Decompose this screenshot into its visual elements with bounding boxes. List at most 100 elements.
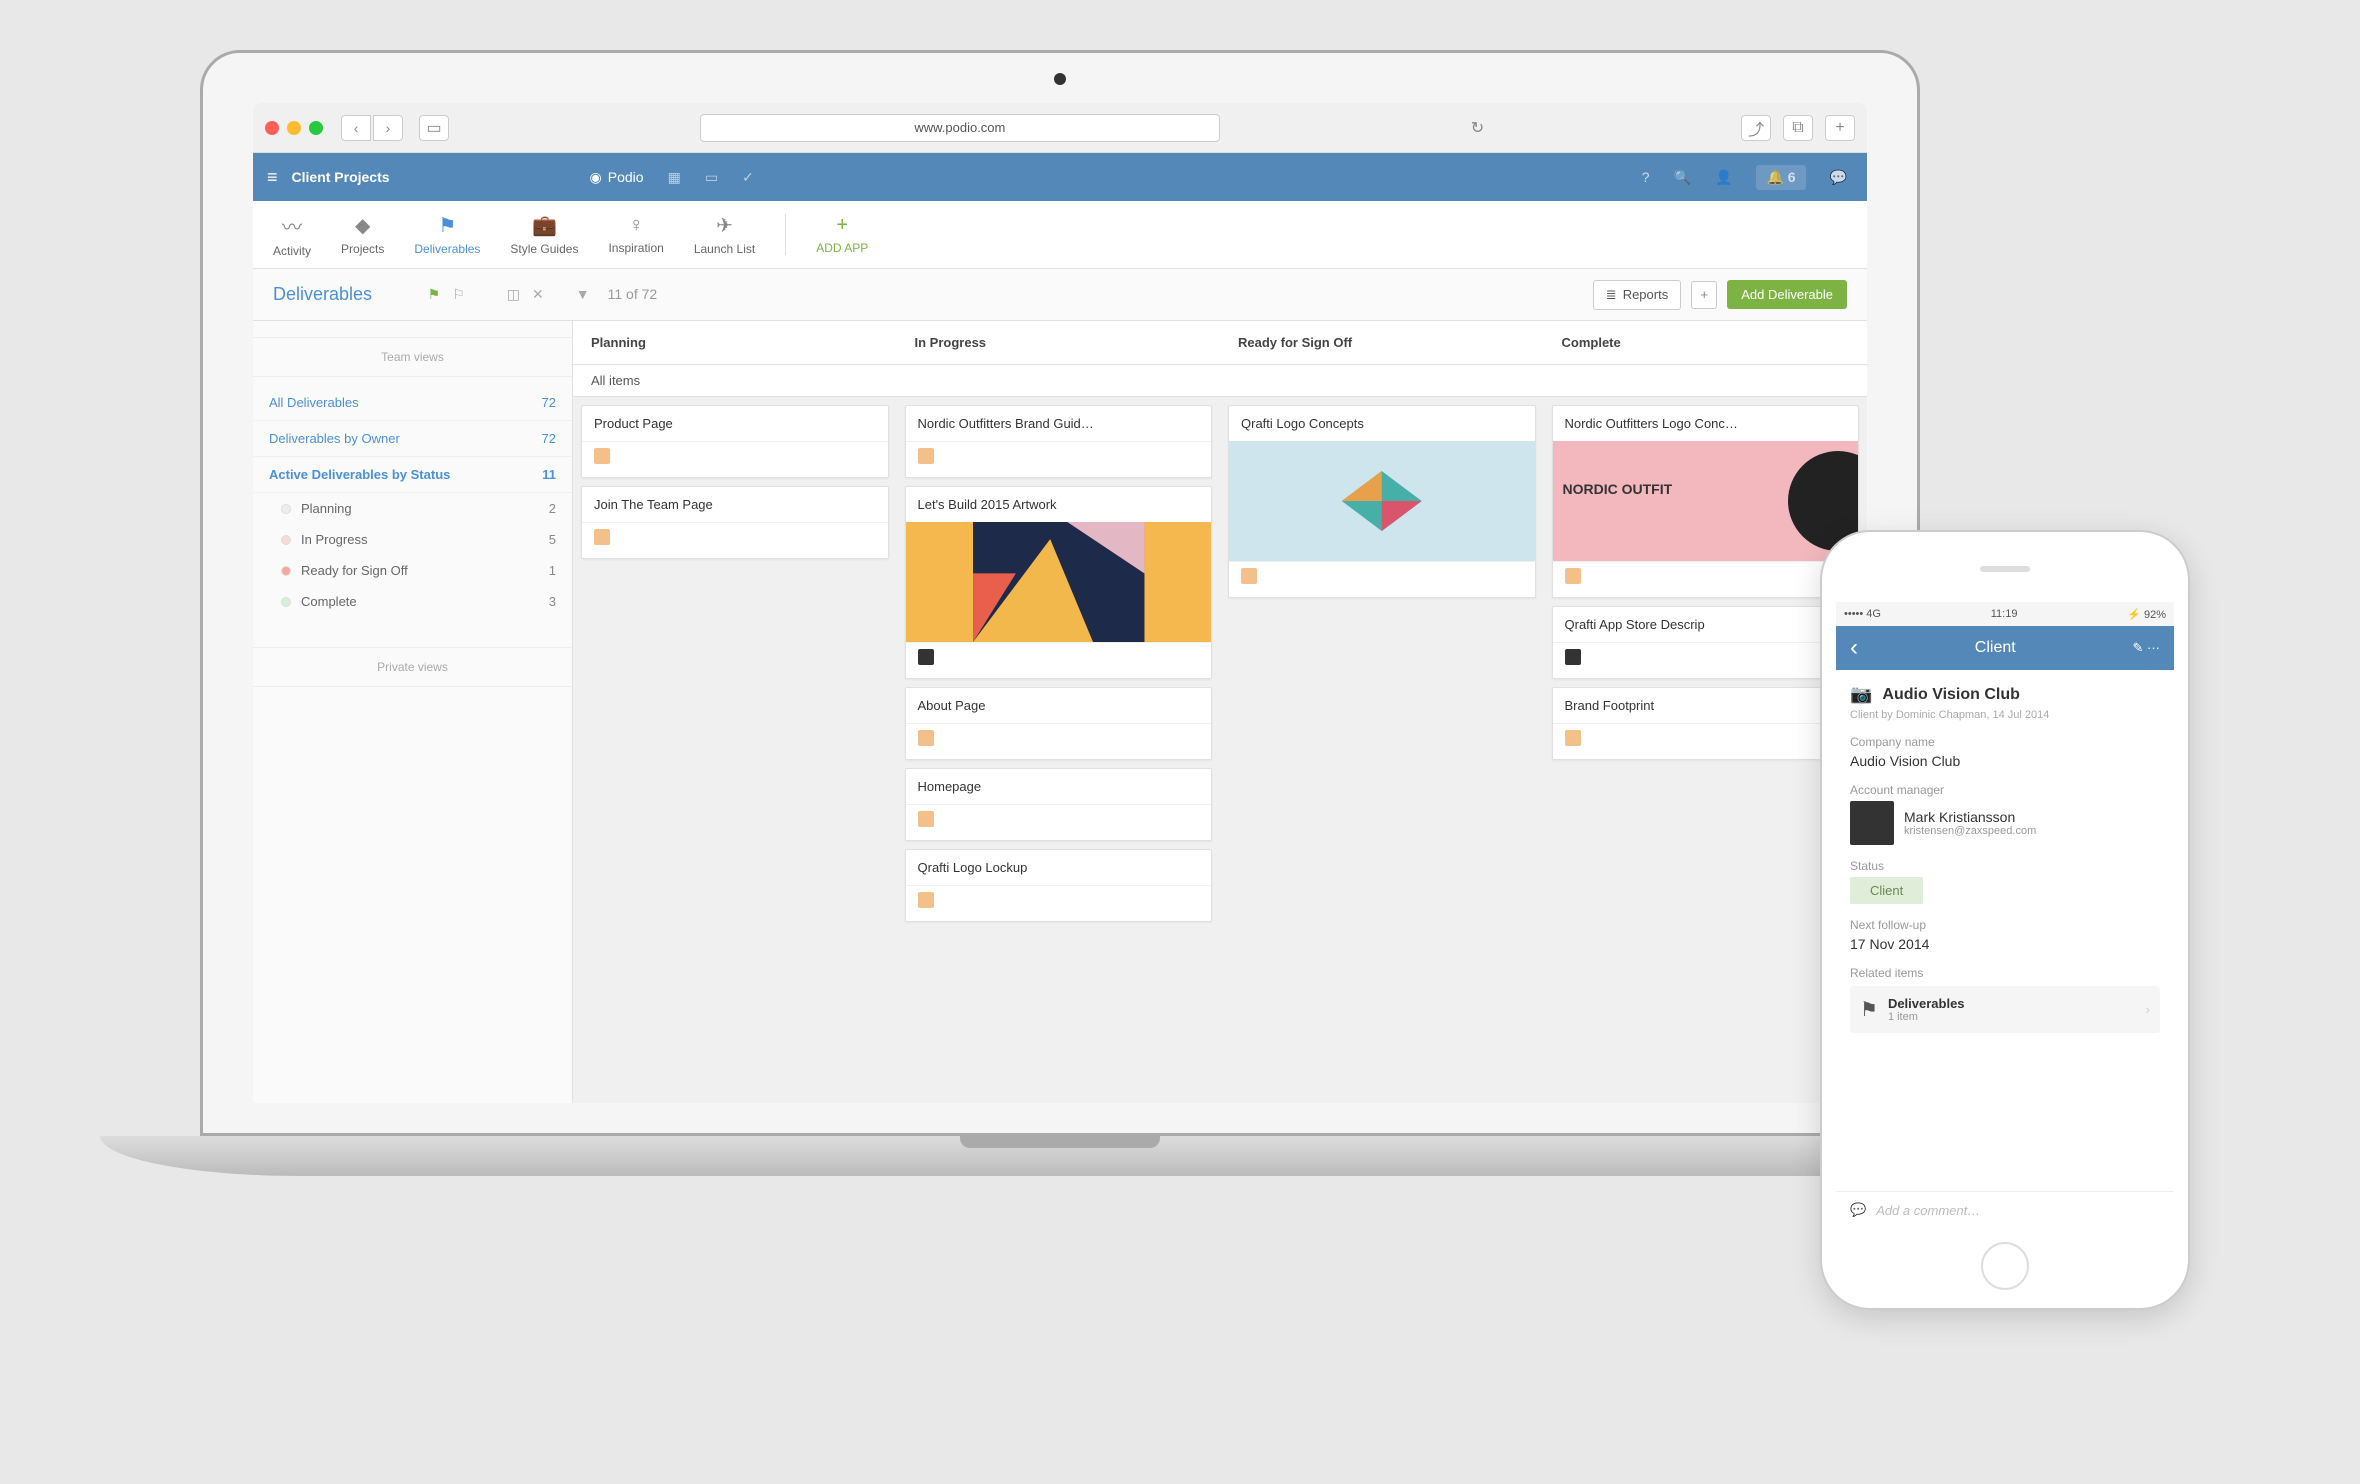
window-controls[interactable] — [265, 121, 323, 135]
followup-value: 17 Nov 2014 — [1850, 936, 2160, 952]
close-icon[interactable] — [265, 121, 279, 135]
view-all-deliverables[interactable]: All Deliverables72 — [253, 385, 572, 421]
record-title: Audio Vision Club — [1882, 686, 2019, 704]
address-bar[interactable]: www.podio.com — [700, 114, 1220, 142]
workspace-title[interactable]: Client Projects — [292, 169, 390, 185]
phone-speaker — [1980, 566, 2030, 572]
card-meta — [906, 885, 1212, 921]
phone-mockup: ••••• 4G 11:19 ⚡ 92% ‹ Client ✎ ··· 📷 Au… — [1820, 530, 2190, 1310]
rocket-icon: ✈ — [716, 213, 733, 238]
tab-deliverables[interactable]: ⚑Deliverables — [414, 213, 480, 256]
card-title: Nordic Outfitters Logo Conc… — [1553, 406, 1859, 441]
tab-inspiration[interactable]: ♀Inspiration — [608, 214, 663, 255]
report-icon: ≣ — [1606, 287, 1617, 303]
private-views-header: Private views — [253, 647, 572, 687]
layout-icon[interactable]: ◫ — [507, 286, 520, 303]
bulb-icon: ♀ — [629, 214, 644, 237]
pin-outline-icon[interactable]: ⚐ — [452, 286, 465, 303]
wrench-icon[interactable]: ✕ — [532, 286, 544, 303]
back-button[interactable]: ‹ — [1850, 634, 1858, 662]
phone-header: ‹ Client ✎ ··· — [1836, 626, 2174, 670]
sidebar-toggle-icon[interactable]: ▭ — [419, 115, 449, 141]
record-subtitle: Client by Dominic Chapman, 14 Jul 2014 — [1850, 709, 2160, 721]
card-title: Product Page — [582, 406, 888, 441]
related-item[interactable]: ⚑ Deliverables 1 item › — [1850, 986, 2160, 1033]
comment-bar[interactable]: 💬 Add a comment… — [1836, 1191, 2174, 1228]
card[interactable]: Qrafti App Store Descrip — [1552, 606, 1860, 679]
card[interactable]: About Page — [905, 687, 1213, 760]
activity-icon: 〰 — [282, 211, 302, 240]
search-icon[interactable]: 🔍 — [1674, 169, 1691, 186]
card-title: Qrafti Logo Lockup — [906, 850, 1212, 885]
card-meta — [1553, 642, 1859, 678]
avatar — [918, 649, 934, 665]
status-complete[interactable]: Complete3 — [253, 586, 572, 617]
add-deliverable-button[interactable]: Add Deliverable — [1727, 280, 1847, 309]
podio-topbar: ≡ Client Projects ◉ Podio ▦ ▭ ✓ ? 🔍 👤 🔔 … — [253, 153, 1867, 201]
avatar — [1565, 649, 1581, 665]
avatar — [594, 529, 610, 545]
pin-icon[interactable]: ⚑ — [428, 286, 441, 303]
user-icon[interactable]: 👤 — [1715, 169, 1732, 186]
card-meta — [906, 441, 1212, 477]
status-ready[interactable]: Ready for Sign Off1 — [253, 555, 572, 586]
card[interactable]: Product Page — [581, 405, 889, 478]
card[interactable]: Nordic Outfitters Logo Conc…NORDIC OUTFI… — [1552, 405, 1860, 598]
view-by-owner[interactable]: Deliverables by Owner72 — [253, 421, 572, 457]
card-title: Homepage — [906, 769, 1212, 804]
refresh-icon[interactable]: ↻ — [1471, 118, 1484, 138]
calendar-icon[interactable]: ▭ — [705, 169, 718, 186]
status-planning[interactable]: Planning2 — [253, 493, 572, 524]
minimize-icon[interactable] — [287, 121, 301, 135]
manager-card[interactable]: Mark Kristiansson kristensen@zaxspeed.co… — [1850, 801, 2160, 845]
more-button[interactable]: + — [1691, 281, 1717, 309]
card[interactable]: Qrafti Logo Concepts — [1228, 405, 1536, 598]
menu-icon[interactable]: ≡ — [253, 167, 292, 188]
back-button[interactable]: ‹ — [341, 115, 371, 141]
chevron-right-icon: › — [2146, 1002, 2150, 1017]
filter-icon[interactable]: ▼ — [576, 286, 590, 303]
tasks-icon[interactable]: ✓ — [742, 169, 754, 186]
edit-icon[interactable]: ✎ ··· — [2133, 640, 2161, 656]
reports-button[interactable]: ≣Reports — [1593, 280, 1681, 310]
chat-icon[interactable]: 💬 — [1830, 169, 1847, 186]
card[interactable]: Join The Team Page — [581, 486, 889, 559]
board-column: Product Page Join The Team Page — [573, 397, 897, 930]
forward-button[interactable]: › — [373, 115, 403, 141]
card-image — [1229, 441, 1535, 561]
tab-projects[interactable]: ◆Projects — [341, 213, 384, 256]
tabs-icon[interactable]: ⧉ — [1783, 115, 1813, 141]
home-button[interactable] — [1981, 1242, 2029, 1290]
apps-icon[interactable]: ▦ — [668, 169, 681, 186]
notification-badge[interactable]: 🔔 6 — [1756, 165, 1805, 190]
new-tab-button[interactable]: + — [1825, 115, 1855, 141]
card-meta — [1553, 561, 1859, 597]
briefcase-icon: 💼 — [532, 213, 557, 238]
tab-launch-list[interactable]: ✈Launch List — [694, 213, 755, 256]
card[interactable]: Qrafti Logo Lockup — [905, 849, 1213, 922]
share-icon[interactable]: ⤴ — [1741, 115, 1771, 141]
help-icon[interactable]: ? — [1642, 169, 1650, 185]
podio-logo[interactable]: ◉ Podio — [590, 169, 644, 186]
card[interactable]: Homepage — [905, 768, 1213, 841]
avatar — [918, 892, 934, 908]
all-items-row[interactable]: All items — [573, 365, 1867, 397]
phone-status-bar: ••••• 4G 11:19 ⚡ 92% — [1836, 602, 2174, 626]
card-meta — [906, 723, 1212, 759]
flag-icon: ⚑ — [1860, 997, 1878, 1022]
card-meta — [1229, 561, 1535, 597]
card[interactable]: Brand Footprint — [1552, 687, 1860, 760]
card-title: Join The Team Page — [582, 487, 888, 522]
status-badge[interactable]: Client — [1850, 877, 1923, 904]
card[interactable]: Nordic Outfitters Brand Guid… — [905, 405, 1213, 478]
tab-style-guides[interactable]: 💼Style Guides — [510, 213, 578, 256]
card[interactable]: Let's Build 2015 Artwork — [905, 486, 1213, 679]
maximize-icon[interactable] — [309, 121, 323, 135]
add-app-button[interactable]: +ADD APP — [785, 214, 868, 255]
status-label: Status — [1850, 859, 2160, 873]
tab-activity[interactable]: 〰Activity — [273, 211, 311, 258]
laptop-camera — [1054, 73, 1066, 85]
status-in-progress[interactable]: In Progress5 — [253, 524, 572, 555]
view-active-by-status[interactable]: Active Deliverables by Status11 — [253, 457, 572, 493]
plus-icon: + — [836, 214, 848, 237]
